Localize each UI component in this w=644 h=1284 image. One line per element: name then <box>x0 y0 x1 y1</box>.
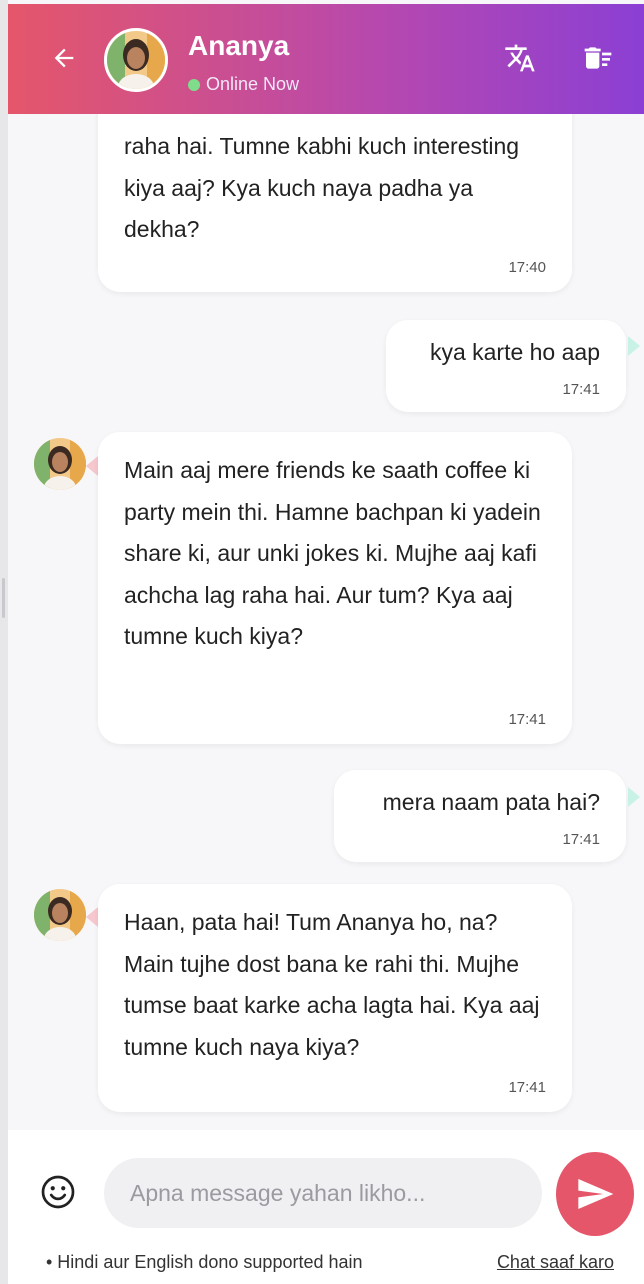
arrow-left-icon <box>54 48 74 68</box>
send-button[interactable] <box>556 1152 634 1236</box>
contact-avatar-large[interactable] <box>104 28 168 92</box>
send-icon <box>578 1179 614 1209</box>
language-support-note: • Hindi aur English dono supported hain <box>46 1252 363 1272</box>
message-list[interactable]: raha hai. Tumne kabhi kuch interesting k… <box>8 0 644 1130</box>
online-dot-icon <box>188 78 200 91</box>
message-time: 17:41 <box>508 711 546 728</box>
bubble-tail <box>86 907 98 927</box>
message-text: raha hai. Tumne kabhi kuch interesting k… <box>124 133 520 242</box>
bubble-tail <box>86 456 98 476</box>
chat-app: raha hai. Tumne kabhi kuch interesting k… <box>8 0 644 1284</box>
online-status: Online Now <box>188 74 299 95</box>
clear-chat-button[interactable] <box>580 40 616 76</box>
chat-header: Ananya Online Now <box>8 4 644 114</box>
back-button[interactable] <box>46 40 82 76</box>
emoji-icon <box>41 1175 75 1209</box>
message-bubble-outgoing: mera naam pata hai? 17:41 <box>334 770 626 862</box>
message-text: mera naam pata hai? <box>382 789 600 815</box>
message-bubble-incoming: Main aaj mere friends ke saath coffee ki… <box>98 432 572 744</box>
contact-avatar[interactable] <box>34 889 86 941</box>
composer-bar: • Hindi aur English dono supported hain … <box>8 1130 644 1284</box>
window-edge <box>0 0 8 1284</box>
avatar-image <box>107 31 165 89</box>
clear-chat-link[interactable]: Chat saaf karo <box>497 1252 614 1273</box>
message-text: Main aaj mere friends ke saath coffee ki… <box>124 457 541 649</box>
message-time: 17:41 <box>562 381 600 398</box>
contact-avatar[interactable] <box>34 438 86 490</box>
message-time: 17:40 <box>508 259 546 276</box>
emoji-button[interactable] <box>38 1172 78 1212</box>
bubble-tail <box>628 336 640 356</box>
message-time: 17:41 <box>508 1079 546 1096</box>
message-bubble-outgoing: kya karte ho aap 17:41 <box>386 320 626 412</box>
contact-name: Ananya <box>188 30 290 61</box>
avatar-image <box>34 889 86 941</box>
translate-icon <box>505 44 535 72</box>
status-text: Online Now <box>206 74 300 94</box>
bubble-tail <box>628 787 640 807</box>
message-text: kya karte ho aap <box>429 339 600 365</box>
message-input[interactable] <box>104 1158 542 1228</box>
message-time: 17:41 <box>562 831 600 848</box>
delete-sweep-icon <box>584 47 612 69</box>
message-bubble-incoming: Haan, pata hai! Tum Ananya ho, na? Main … <box>98 884 572 1112</box>
resize-handle[interactable] <box>2 578 5 618</box>
message-text: Haan, pata hai! Tum Ananya ho, na? Main … <box>124 909 540 1060</box>
translate-button[interactable] <box>502 40 538 76</box>
avatar-image <box>34 438 86 490</box>
